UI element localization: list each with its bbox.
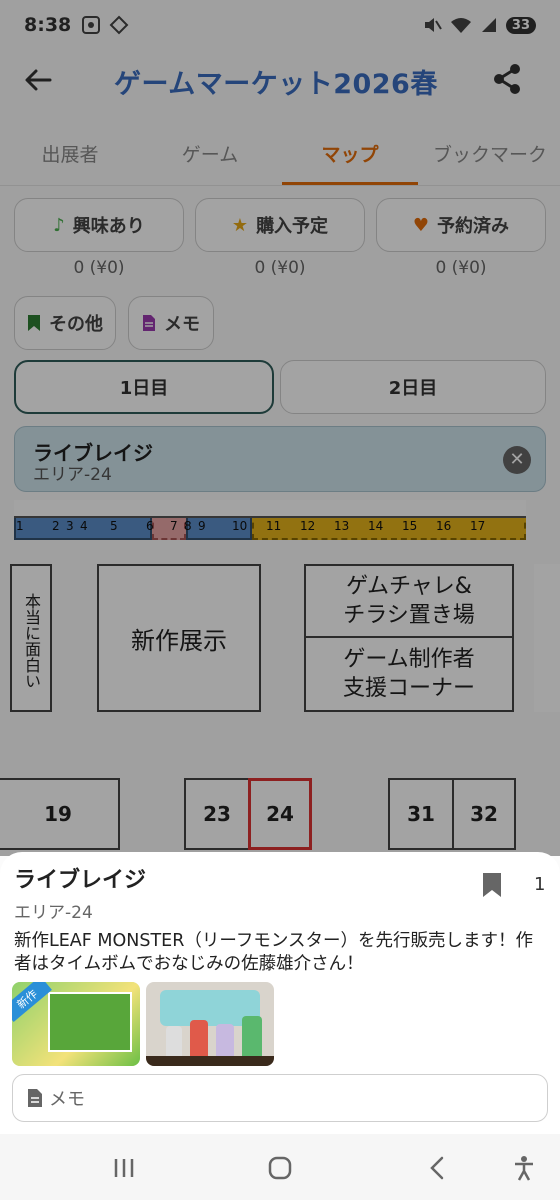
recent-apps-icon[interactable] — [110, 1154, 138, 1182]
strip-number: 10 — [232, 519, 248, 533]
product-image-2[interactable] — [146, 982, 274, 1066]
day-1-button[interactable]: 1日目 — [14, 360, 274, 414]
page-title[interactable]: ゲームマーケット2026春 — [114, 62, 438, 101]
tab-games[interactable]: ゲーム — [140, 124, 280, 185]
product-image-1[interactable]: 新作 — [12, 982, 140, 1066]
filter-interest-chip[interactable]: ♪ 興味あり — [14, 198, 184, 252]
strip-number: 13 — [334, 519, 350, 533]
booth-detail-area: エリア-24 — [14, 903, 93, 923]
strip-number: 6 — [146, 519, 154, 533]
strip-label-row: 1 2 3 4 5 6 7 8 9 10 11 12 13 14 15 16 1… — [14, 519, 526, 539]
filter-interest-label: 興味あり — [72, 216, 145, 237]
booth-24[interactable]: 24 — [248, 778, 312, 850]
game-challenge-label: ゲムチャレ& チラシ置き場 — [343, 574, 475, 628]
filter-planned-label: 購入予定 — [256, 216, 329, 237]
wifi-icon — [450, 18, 471, 33]
day-2-button[interactable]: 2日目 — [280, 360, 546, 414]
close-icon[interactable]: ✕ — [503, 446, 531, 474]
status-bar: 8:38 33 — [0, 0, 560, 50]
game-challenge-area[interactable]: ゲムチャレ& チラシ置き場 — [304, 564, 514, 638]
tab-bookmarks[interactable]: ブックマーク — [420, 124, 560, 185]
battery-indicator: 33 — [505, 16, 536, 34]
booth-19[interactable]: 19 — [0, 778, 120, 850]
chevron-down-icon[interactable] — [424, 76, 434, 82]
strip-number: 1 — [16, 519, 24, 533]
filter-interest-count: 0 (¥0) — [73, 258, 125, 278]
filter-reserved-count: 0 (¥0) — [435, 258, 487, 278]
signal-icon — [481, 18, 496, 32]
selected-booth-card[interactable]: ライブレイジ エリア-24 ✕ — [14, 426, 546, 492]
strip-number: 8 — [184, 519, 192, 533]
app-bar: ゲームマーケット2026春 — [0, 50, 560, 112]
document-icon — [143, 315, 155, 331]
booth-32[interactable]: 32 — [452, 778, 516, 850]
strip-number: 5 — [110, 519, 118, 533]
strip-number: 2 — [52, 519, 60, 533]
bookmark-icon[interactable] — [482, 872, 502, 898]
bookmark-count: 1 — [534, 874, 546, 895]
filter-planned-count: 0 (¥0) — [254, 258, 306, 278]
tab-map[interactable]: マップ — [280, 124, 420, 185]
music-note-icon: ♪ — [53, 214, 65, 236]
filter-planned-chip[interactable]: ★ 購入予定 — [195, 198, 365, 252]
tab-exhibitors[interactable]: 出展者 — [0, 124, 140, 185]
security-icon — [109, 15, 129, 35]
bookmark-flag-icon — [28, 315, 40, 331]
strip-number: 3 — [66, 519, 74, 533]
strip-number: 17 — [470, 519, 486, 533]
booth-23[interactable]: 23 — [184, 778, 250, 850]
dev-support-area[interactable]: ゲーム制作者 支援コーナー — [304, 636, 514, 712]
star-icon: ★ — [231, 214, 249, 236]
left-block-label: 本当に面白い — [22, 593, 41, 689]
booth-strip: 1 2 3 4 5 6 7 8 9 10 11 12 13 14 15 16 1… — [14, 500, 526, 540]
strip-number: 11 — [266, 519, 282, 533]
memo-placeholder: メモ — [49, 1089, 85, 1110]
back-icon[interactable] — [424, 1154, 452, 1182]
filter-reserved-chip[interactable]: ♥ 予約済み — [376, 198, 546, 252]
heart-icon: ♥ — [412, 214, 430, 236]
new-release-label: 新作展示 — [131, 626, 227, 655]
venue-map[interactable]: 1 2 3 4 5 6 7 8 9 10 11 12 13 14 15 16 1… — [0, 496, 560, 856]
mute-icon — [424, 18, 442, 32]
screenshot-icon — [82, 16, 101, 34]
filter-memo-chip[interactable]: メモ — [128, 296, 214, 350]
strip-number: 4 — [80, 519, 88, 533]
selected-booth-area: エリア-24 — [33, 465, 112, 485]
document-icon — [28, 1089, 42, 1107]
strip-number: 14 — [368, 519, 384, 533]
status-time: 8:38 — [24, 14, 72, 36]
filter-other-chip[interactable]: その他 — [14, 296, 116, 350]
strip-number: 15 — [402, 519, 418, 533]
booth-detail-sheet: ライブレイジ エリア-24 1 新作LEAF MONSTER（リーフモンスター）… — [0, 852, 560, 1134]
filter-reserved-label: 予約済み — [437, 216, 510, 237]
system-nav-bar — [0, 1134, 560, 1200]
booth-detail-name: ライブレイジ — [14, 868, 147, 893]
share-icon[interactable] — [490, 62, 524, 96]
strip-number: 9 — [198, 519, 206, 533]
new-release-area[interactable]: 新作展示 — [97, 564, 261, 712]
strip-number: 7 — [170, 519, 178, 533]
left-booth-block[interactable]: 本当に面白い — [10, 564, 52, 712]
memo-field[interactable]: メモ — [12, 1074, 548, 1122]
strip-number: 12 — [300, 519, 316, 533]
strip-number: 16 — [436, 519, 452, 533]
home-icon[interactable] — [266, 1154, 294, 1182]
filter-other-label: その他 — [49, 314, 103, 335]
filter-memo-label: メモ — [164, 314, 200, 335]
right-edge-text — [534, 564, 560, 712]
booth-description: 新作LEAF MONSTER（リーフモンスター）を先行販売します！作者はタイムボ… — [14, 931, 533, 974]
accessibility-icon[interactable] — [510, 1154, 538, 1182]
back-arrow-icon[interactable] — [22, 64, 54, 96]
booth-31[interactable]: 31 — [388, 778, 454, 850]
dev-support-label: ゲーム制作者 支援コーナー — [342, 647, 475, 701]
tab-bar: 出展者 ゲーム マップ ブックマーク — [0, 124, 560, 186]
